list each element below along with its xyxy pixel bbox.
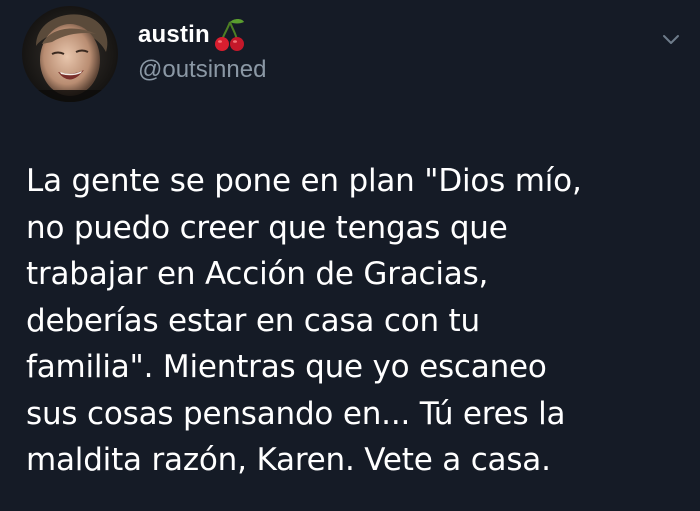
cherries-icon xyxy=(214,18,246,52)
user-info: austin @outsinned xyxy=(138,18,266,84)
chevron-down-icon[interactable] xyxy=(660,28,682,50)
tweet-card: austin @outsinned La gente se pone en pl… xyxy=(0,0,700,511)
display-name[interactable]: austin xyxy=(138,21,210,49)
avatar[interactable] xyxy=(22,6,118,102)
user-handle[interactable]: @outsinned xyxy=(138,56,266,84)
name-row: austin xyxy=(138,18,266,52)
tweet-text: La gente se pone en plan "Dios mío, no p… xyxy=(26,163,582,478)
